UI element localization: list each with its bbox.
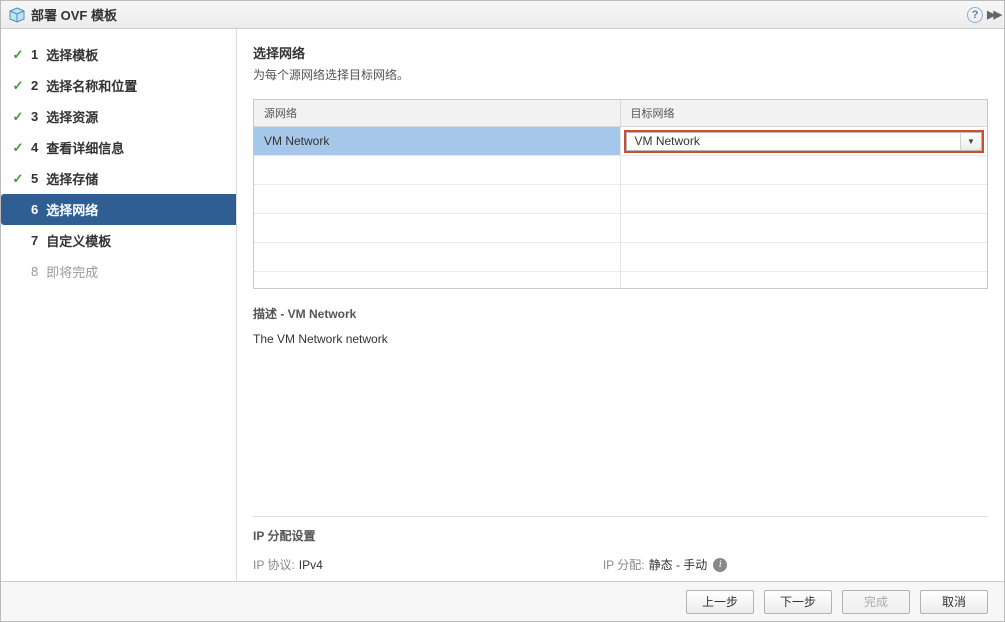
col-header-source: 源网络 (254, 100, 621, 126)
ovf-box-icon (9, 7, 25, 23)
ip-alloc-value: 静态 - 手动 (649, 556, 708, 573)
titlebar: 部署 OVF 模板 ? ▶▶ (1, 1, 1004, 29)
table-row (254, 272, 987, 289)
wizard-step-3[interactable]: ✓ 3 选择资源 (1, 101, 236, 132)
check-icon: ✓ (11, 171, 25, 187)
description-heading: 描述 - VM Network (253, 305, 988, 322)
ip-settings-heading: IP 分配设置 (253, 527, 988, 544)
collapse-icon[interactable]: ▶▶ (987, 8, 1000, 21)
ip-protocol-label: IP 协议: (253, 556, 295, 573)
page-heading: 选择网络 (253, 43, 988, 62)
step-number: 4 (31, 140, 38, 155)
table-row (254, 185, 987, 214)
step-number: 5 (31, 171, 38, 186)
dialog-title: 部署 OVF 模板 (31, 5, 117, 24)
step-label: 选择网络 (46, 200, 98, 219)
help-icon[interactable]: ? (967, 7, 983, 23)
ip-protocol-value: IPv4 (299, 558, 323, 572)
dest-network-dropdown[interactable]: VM Network▼ (624, 130, 985, 153)
cancel-button[interactable]: 取消 (920, 590, 988, 614)
wizard-step-6[interactable]: 6 选择网络 (1, 194, 236, 225)
step-number: 3 (31, 109, 38, 124)
step-number: 2 (31, 78, 38, 93)
step-label: 选择存储 (46, 169, 98, 188)
finish-button: 完成 (842, 590, 910, 614)
step-label: 选择模板 (46, 45, 98, 64)
dialog-footer: 上一步 下一步 完成 取消 (1, 581, 1004, 621)
wizard-step-8: 8 即将完成 (1, 256, 236, 287)
wizard-step-7: 7 自定义模板 (1, 225, 236, 256)
table-row (254, 156, 987, 185)
step-label: 选择名称和位置 (46, 76, 137, 95)
check-icon: ✓ (11, 47, 25, 63)
wizard-step-2[interactable]: ✓ 2 选择名称和位置 (1, 70, 236, 101)
check-icon: ✓ (11, 140, 25, 156)
step-number: 1 (31, 47, 38, 62)
source-network-cell: VM Network (254, 127, 621, 155)
step-label: 即将完成 (46, 262, 98, 281)
dest-network-cell: VM Network▼ (621, 127, 988, 155)
step-number: 8 (31, 264, 38, 279)
wizard-step-4[interactable]: ✓ 4 查看详细信息 (1, 132, 236, 163)
dropdown-value: VM Network (626, 132, 961, 151)
col-header-dest: 目标网络 (621, 100, 988, 126)
step-label: 自定义模板 (46, 231, 111, 250)
check-icon: ✓ (11, 109, 25, 125)
check-icon: ✓ (11, 78, 25, 94)
step-label: 选择资源 (46, 107, 98, 126)
next-button[interactable]: 下一步 (764, 590, 832, 614)
back-button[interactable]: 上一步 (686, 590, 754, 614)
chevron-down-icon[interactable]: ▼ (960, 132, 982, 151)
ip-alloc-label: IP 分配: (603, 556, 645, 573)
table-row[interactable]: VM NetworkVM Network▼ (254, 127, 987, 156)
wizard-step-5[interactable]: ✓ 5 选择存储 (1, 163, 236, 194)
table-row (254, 243, 987, 272)
page-subheading: 为每个源网络选择目标网络。 (253, 66, 988, 83)
wizard-steps-sidebar: ✓ 1 选择模板 ✓ 2 选择名称和位置 ✓ 3 选择资源 ✓ 4 查看详细信息 ✓ 5 选择存储 6 选择网络… (1, 29, 237, 581)
network-mapping-table: 源网络 目标网络 VM NetworkVM Network▼ (253, 99, 988, 289)
main-panel: 选择网络 为每个源网络选择目标网络。 源网络 目标网络 VM NetworkVM… (237, 29, 1004, 581)
table-row (254, 214, 987, 243)
wizard-step-1[interactable]: ✓ 1 选择模板 (1, 39, 236, 70)
step-number: 6 (31, 202, 38, 217)
step-number: 7 (31, 233, 38, 248)
info-icon[interactable]: i (713, 558, 727, 572)
description-text: The VM Network network (253, 332, 988, 346)
step-label: 查看详细信息 (46, 138, 124, 157)
